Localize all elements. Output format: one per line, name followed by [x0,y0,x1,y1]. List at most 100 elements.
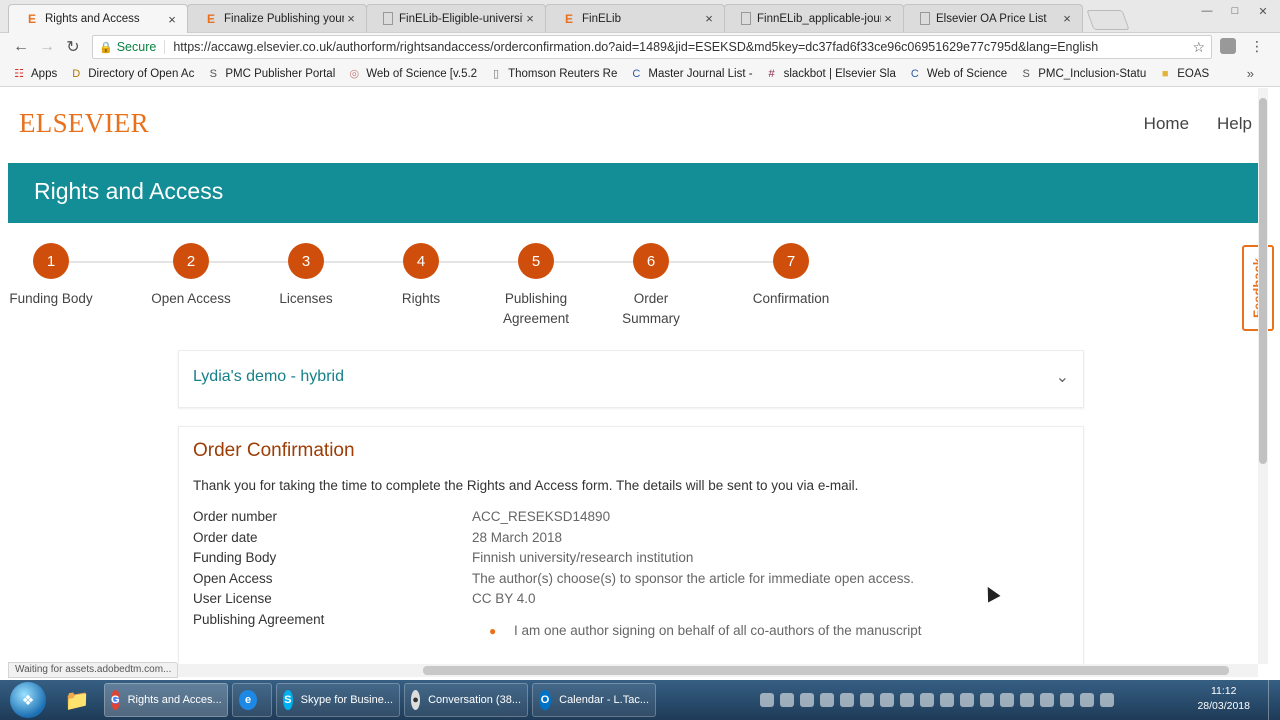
taskbar-outlook-button[interactable]: O Calendar - L.Tac... [532,683,656,717]
forward-icon[interactable]: → [34,38,60,56]
step-number[interactable]: 6 [633,243,669,279]
step-number[interactable]: 7 [773,243,809,279]
tray-app-icon[interactable] [820,693,834,707]
bookmark-item[interactable]: ◎ Web of Science [v.5.2 [347,67,477,81]
bookmark-item[interactable]: S PMC Publisher Portal [206,67,336,81]
browser-tab[interactable]: FinnELib_applicable-jour × [724,4,904,32]
horizontal-scrollbar-thumb[interactable] [423,666,1229,675]
step-3[interactable]: 3 Licenses [251,243,361,309]
tray-app-icon[interactable] [940,693,954,707]
bookmark-label: slackbot | Elsevier Sla [783,67,896,80]
tray-app-icon[interactable] [840,693,854,707]
step-number[interactable]: 1 [33,243,69,279]
extension-icon[interactable] [1220,38,1236,54]
bookmark-item[interactable]: # slackbot | Elsevier Sla [765,67,896,81]
show-desktop-button[interactable] [1268,680,1280,720]
close-tab-icon[interactable]: × [881,11,895,26]
start-button[interactable]: ❖ [10,682,46,718]
bookmark-item[interactable]: ☷ Apps [12,67,57,81]
tray-app-icon[interactable] [1000,693,1014,707]
browser-tab[interactable]: Elsevier OA Price List × [903,4,1083,32]
close-tab-icon[interactable]: × [1060,11,1074,26]
tray-app-icon[interactable] [1020,693,1034,707]
bookmark-item[interactable]: S PMC_Inclusion-Statu [1019,67,1147,81]
nav-help-link[interactable]: Help [1217,114,1252,134]
tray-app-icon[interactable] [780,693,794,707]
outlook-icon: O [539,690,552,710]
bookmark-item[interactable]: C Web of Science [908,67,1007,81]
tab-title[interactable]: Finalize Publishing your / [224,13,344,25]
tray-app-icon[interactable] [1040,693,1054,707]
taskbar-chrome-button[interactable]: G Rights and Acces... [104,683,228,717]
maximize-icon[interactable]: □ [1222,2,1248,20]
browser-tab[interactable]: E Rights and Access × [8,4,188,33]
tray-app-icon[interactable] [800,693,814,707]
step-1[interactable]: 1 Funding Body [8,243,106,309]
browser-tab[interactable]: E Finalize Publishing your / × [187,4,367,32]
document-icon [383,12,393,25]
close-tab-icon[interactable]: × [702,11,716,26]
address-bar[interactable]: 🔒 Secure https://accawg.elsevier.co.uk/a… [92,35,1212,59]
tray-app-icon[interactable] [1100,693,1114,707]
step-4[interactable]: 4 Rights [366,243,476,309]
horizontal-scrollbar[interactable] [8,664,1258,677]
step-number[interactable]: 4 [403,243,439,279]
close-tab-icon[interactable]: × [523,11,537,26]
tray-app-icon[interactable] [920,693,934,707]
tray-app-icon[interactable] [900,693,914,707]
chevron-down-icon[interactable]: ⌄ [1056,367,1069,387]
taskbar-ie-button[interactable]: e [232,683,272,717]
tray-app-icon[interactable] [880,693,894,707]
vertical-scrollbar[interactable] [1258,88,1268,664]
step-number[interactable]: 3 [288,243,324,279]
tab-title[interactable]: FinELib [582,13,702,25]
taskbar-chat-button[interactable]: ● Conversation (38... [404,683,528,717]
tray-app-icon[interactable] [1080,693,1094,707]
clock[interactable]: 11:12 28/03/2018 [1197,684,1250,714]
minimize-icon[interactable]: — [1194,2,1220,20]
new-tab-button[interactable] [1086,10,1130,30]
close-tab-icon[interactable]: × [344,11,358,26]
tray-app-icon[interactable] [980,693,994,707]
tab-title[interactable]: FinELib-Eligible-universit [399,13,523,25]
document-icon [920,12,930,25]
url-text[interactable]: https://accawg.elsevier.co.uk/authorform… [165,40,1098,54]
bookmark-item[interactable]: ▯ Thomson Reuters Re [489,67,617,81]
progress-steps: 1 Funding Body 2 Open Access 3 Licenses 4 Right… [8,243,908,343]
bookmark-star-icon[interactable]: ☆ [1192,39,1205,56]
step-5[interactable]: 5 Publishing Agreement [481,243,591,329]
tray-app-icon[interactable] [760,693,774,707]
tab-title[interactable]: Rights and Access [45,13,165,25]
elsevier-logo[interactable]: ELSEVIER [19,108,149,139]
tab-title[interactable]: FinnELib_applicable-jour [757,13,881,25]
bookmark-item[interactable]: C Master Journal List - [629,67,752,81]
file-explorer-icon[interactable]: 📁 [54,682,100,718]
bookmark-item[interactable]: D Directory of Open Ac [69,67,194,81]
browser-tab[interactable]: E FinELib × [545,4,725,32]
article-accordion[interactable]: Lydia's demo - hybrid ⌄ [178,350,1084,408]
step-2[interactable]: 2 Open Access [136,243,246,309]
step-7[interactable]: 7 Confirmation [736,243,846,309]
globe-icon: ◎ [349,68,360,80]
article-title[interactable]: Lydia's demo - hybrid [193,368,344,386]
window-controls: — □ ✕ [1194,2,1276,20]
bookmark-item[interactable]: ■ EOAS [1158,67,1209,81]
more-bookmarks-icon[interactable]: » [1247,66,1254,81]
tray-app-icon[interactable] [960,693,974,707]
reload-icon[interactable]: ↻ [60,37,86,57]
close-window-icon[interactable]: ✕ [1250,2,1276,20]
browser-menu-icon[interactable]: ⋮ [1250,38,1264,55]
step-number[interactable]: 2 [173,243,209,279]
vertical-scrollbar-thumb[interactable] [1259,98,1267,464]
step-number[interactable]: 5 [518,243,554,279]
taskbar-skype-button[interactable]: S Skype for Busine... [276,683,400,717]
close-tab-icon[interactable]: × [165,12,179,27]
step-6[interactable]: 6 Order Summary [596,243,706,329]
nav-home-link[interactable]: Home [1144,114,1189,134]
back-icon[interactable]: ← [8,38,34,56]
step-label: Confirmation [752,291,830,306]
tray-app-icon[interactable] [860,693,874,707]
tray-app-icon[interactable] [1060,693,1074,707]
tab-title[interactable]: Elsevier OA Price List [936,13,1060,25]
browser-tab[interactable]: FinELib-Eligible-universit × [366,4,546,32]
